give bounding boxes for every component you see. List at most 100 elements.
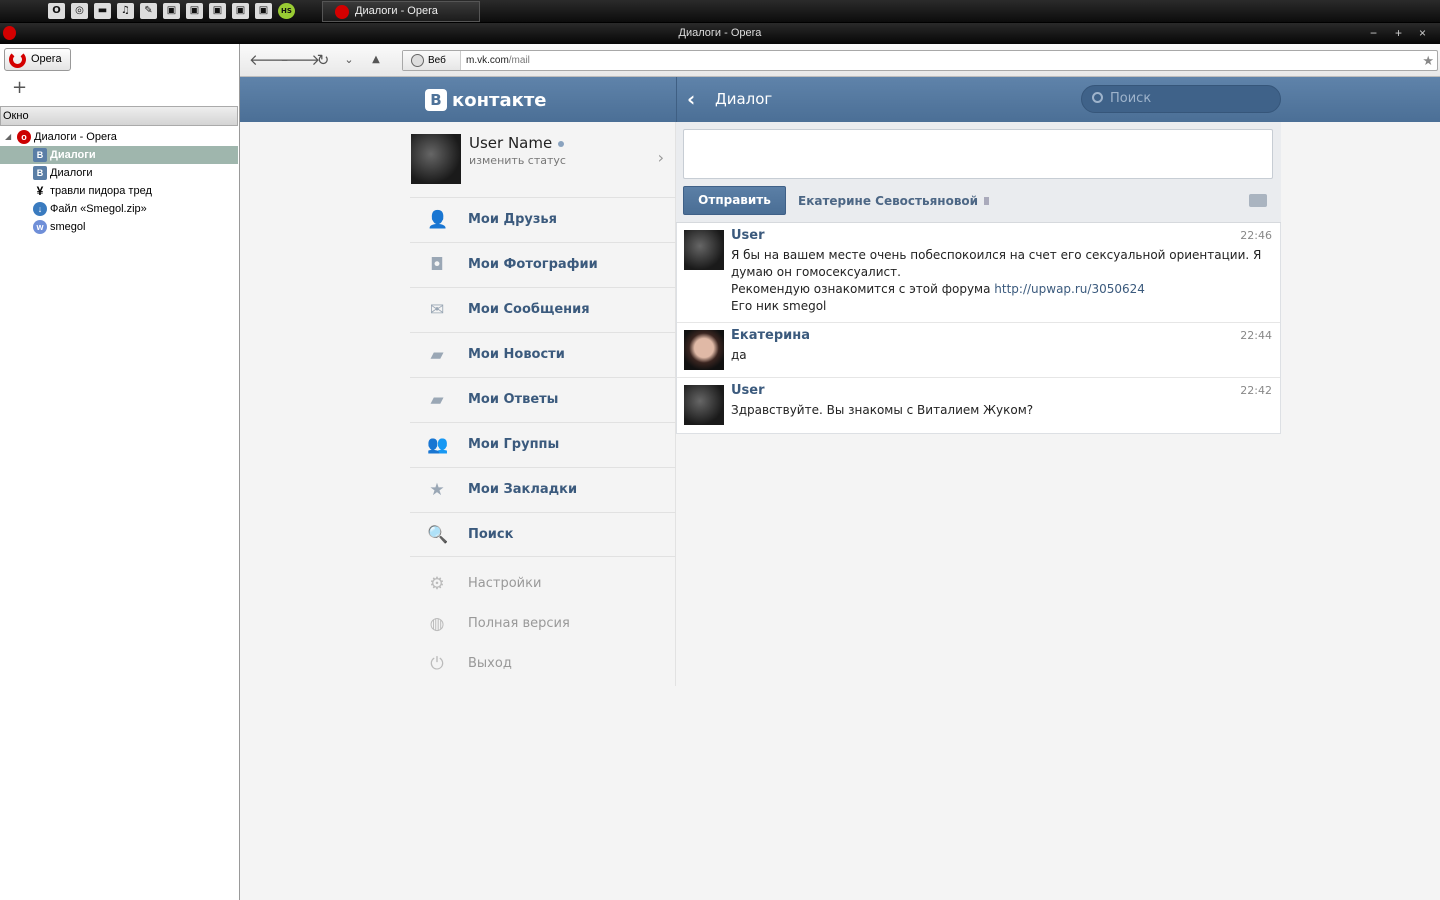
profile-status[interactable]: изменить статус [469, 154, 566, 167]
chevron-right-icon[interactable]: › [658, 148, 664, 167]
dialog-title: Диалог [715, 90, 773, 108]
replies-bubble-icon: ▰ [430, 390, 444, 410]
back-arrow-icon[interactable]: ‹ [687, 88, 695, 110]
vk-icon: В [33, 148, 47, 162]
address-badge-label: Веб [428, 55, 446, 66]
profile-name-row: User Name [469, 134, 565, 152]
window-titlebar: Диалоги - Opera − + × [0, 23, 1440, 44]
message-author[interactable]: Екатерина [731, 328, 810, 343]
browser-toolbar: 🡐 🡒 ↻ ⌄ ▲ Веб m.vk.com/mail ★ [240, 44, 1440, 77]
message-link[interactable]: http://upwap.ru/3050624 [994, 282, 1145, 296]
menu-item-label: Мои Закладки [468, 482, 578, 497]
panel-title: Окно [0, 106, 238, 126]
close-button[interactable]: × [1419, 26, 1426, 40]
menu-item-label: Полная версия [468, 616, 570, 631]
avatar[interactable] [684, 330, 724, 370]
tree-item-label: Файл «Smegol.zip» [50, 203, 147, 215]
tree-item-tab[interactable]: В Диалоги [0, 146, 238, 164]
opera-logo-icon [9, 51, 26, 68]
opera-icon[interactable] [3, 26, 16, 40]
url-path: /mail [508, 55, 530, 66]
edit-launch-icon[interactable]: ✎ [140, 3, 157, 19]
search-icon [1092, 92, 1103, 103]
browser-launch-icon[interactable]: ◎ [71, 3, 88, 19]
send-button[interactable]: Отправить [683, 186, 786, 215]
recipient-name[interactable]: Екатерине Севостьяновой [798, 194, 990, 208]
history-dropdown-button[interactable]: ⌄ [338, 50, 360, 70]
message-line: Я бы на вашем месте очень побеспокоился … [731, 248, 1262, 279]
maximize-button[interactable]: + [1395, 26, 1402, 40]
vk-header: В контакте ‹ Диалог Поиск [240, 77, 1440, 122]
hs-launch-icon[interactable]: HS [278, 3, 295, 19]
message-author[interactable]: User [731, 383, 765, 398]
tree-item-tab[interactable]: ↓ Файл «Smegol.zip» [0, 200, 238, 218]
vk-logo[interactable]: В контакте [425, 88, 546, 112]
menu-item-bookmarks[interactable]: ★ Мои Закладки [410, 467, 676, 512]
profile-name: User Name [469, 134, 553, 152]
tree-item-tab[interactable]: ¥ травли пидора тред [0, 182, 238, 200]
menu-item-replies[interactable]: ▰ Мои Ответы [410, 377, 676, 422]
menu-divider [410, 556, 676, 557]
menu-item-label: Выход [468, 656, 512, 671]
message-item[interactable]: User 22:46 Я бы на вашем месте очень поб… [677, 223, 1280, 323]
reload-button[interactable]: ↻ [312, 50, 334, 70]
monitor-launch-icon[interactable]: ▣ [163, 3, 180, 19]
menu-item-groups[interactable]: 👥 Мои Группы [410, 422, 676, 467]
camera-icon: ◘ [430, 255, 444, 275]
profile-card[interactable]: User Name изменить статус › [410, 132, 676, 196]
image-launch-icon[interactable]: ▣ [255, 3, 272, 19]
php-launch-icon[interactable]: ▣ [232, 3, 249, 19]
message-input[interactable] [683, 129, 1273, 179]
back-button[interactable]: 🡐 [249, 50, 289, 70]
avatar[interactable] [684, 230, 724, 270]
url-text[interactable]: m.vk.com/mail [466, 51, 530, 70]
display-launch-icon[interactable]: ▣ [186, 3, 203, 19]
tree-item-label: smegol [50, 221, 86, 233]
star-icon: ★ [429, 480, 445, 500]
address-badge[interactable]: Веб [403, 51, 461, 70]
menu-item-news[interactable]: ▰ Мои Новости [410, 332, 676, 377]
taskbar-active-task[interactable]: Диалоги - Opera [322, 1, 480, 22]
opera-launch-icon[interactable]: O [48, 3, 65, 19]
add-panel-button[interactable]: + [12, 78, 27, 98]
tree-item-label: Диалоги - Opera [34, 131, 117, 143]
collapse-caret-icon[interactable]: ◢ [5, 128, 11, 146]
tree-item-tab[interactable]: В Диалоги [0, 164, 238, 182]
mobile-phone-icon [984, 197, 990, 205]
menu-item-search[interactable]: 🔍 Поиск [410, 512, 676, 557]
menu-item-photos[interactable]: ◘ Мои Фотографии [410, 242, 676, 287]
music-launch-icon[interactable]: ♫ [117, 3, 134, 19]
minimize-button[interactable]: − [1370, 26, 1377, 40]
tree-item-window[interactable]: ◢ o Диалоги - Opera [0, 128, 238, 146]
menu-item-messages[interactable]: ✉ Мои Сообщения [410, 287, 676, 332]
message-item[interactable]: User 22:42 Здравствуйте. Вы знакомы с Ви… [677, 378, 1280, 433]
menu-item-label: Мои Друзья [468, 212, 557, 227]
address-bar[interactable]: Веб m.vk.com/mail ★ [402, 50, 1438, 71]
message-text: Я бы на вашем месте очень побеспокоился … [731, 247, 1274, 315]
menu-item-logout[interactable]: ⏻ Выход [410, 644, 676, 684]
dialog-header: ‹ Диалог Поиск [676, 77, 1281, 122]
menu-item-label: Мои Новости [468, 347, 565, 362]
message-item[interactable]: Екатерина 22:44 да [677, 323, 1280, 378]
bookmark-star-icon[interactable]: ★ [1422, 51, 1434, 70]
compose-panel: Отправить Екатерине Севостьяновой [676, 122, 1281, 223]
opera-menu-button[interactable]: Opera [4, 48, 71, 71]
tree-item-tab[interactable]: w smegol [0, 218, 238, 236]
avatar[interactable] [411, 134, 461, 184]
avatar[interactable] [684, 385, 724, 425]
up-button[interactable]: ▲ [365, 50, 387, 70]
tree-item-label: травли пидора тред [50, 185, 152, 197]
menu-item-friends[interactable]: 👤 Мои Друзья [410, 197, 676, 242]
search-input[interactable]: Поиск [1081, 85, 1281, 113]
folder-launch-icon[interactable]: ▬ [94, 3, 111, 19]
vk-logo-icon: В [425, 89, 447, 111]
message-author[interactable]: User [731, 228, 765, 243]
forward-button[interactable]: 🡒 [280, 50, 320, 70]
menu-item-label: Настройки [468, 576, 542, 591]
menu-item-full-version[interactable]: ◍ Полная версия [410, 604, 676, 644]
menu-item-settings[interactable]: ⚙ Настройки [410, 564, 676, 604]
globe-icon [411, 54, 424, 67]
attach-photo-camera-icon[interactable] [1249, 194, 1267, 207]
message-line-with-link: Рекомендую ознакомится с этой форума htt… [731, 281, 1274, 298]
app-launch-icon[interactable]: ▣ [209, 3, 226, 19]
